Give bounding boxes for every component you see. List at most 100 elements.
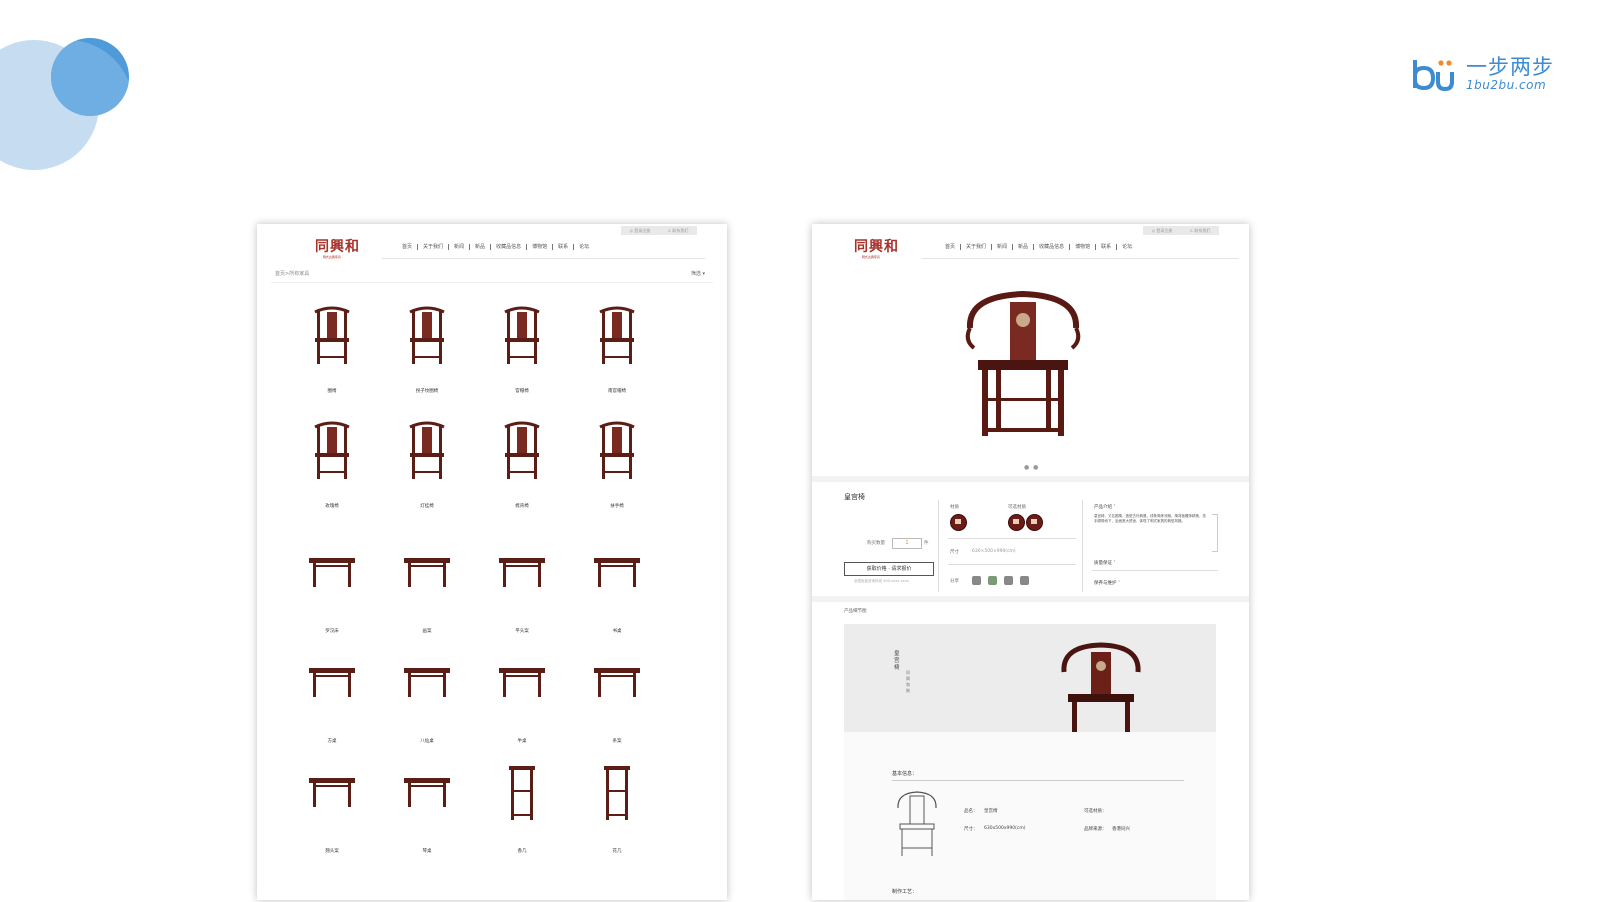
nav-item-collection[interactable]: 收藏品信息 [491,244,528,250]
breadcrumb[interactable]: 首页>所有家具 [275,270,309,277]
product-thumbnail-image [314,421,350,479]
option-divider [948,564,1076,565]
maker-key: 品牌来源： [1084,827,1107,832]
finish-swatch-2[interactable] [1026,514,1043,531]
contact-link[interactable]: ♙ 联系我们 [668,228,689,234]
product-card[interactable]: 灯挂椅 [382,417,472,517]
finish-swatch-1[interactable] [1008,514,1025,531]
product-card[interactable]: 梳背椅 [477,417,567,517]
product-card[interactable]: 扶手椅 [572,417,662,517]
nav-item-forum[interactable]: 论坛 [1117,244,1137,250]
nav-item-new[interactable]: 新品 [1013,244,1035,250]
product-card[interactable]: 拐子纹圈椅 [382,302,472,402]
nav-item-about[interactable]: 关于我们 [961,244,993,250]
product-label: 花几 [612,849,622,854]
nav-item-news[interactable]: 新闻 [449,244,471,250]
product-card[interactable]: 花几 [572,762,662,862]
nav-item-forum[interactable]: 论坛 [574,244,594,250]
product-label: 琴桌 [422,849,432,854]
nav-item-contact[interactable]: 联系 [553,244,575,250]
weibo-icon[interactable] [1004,576,1013,585]
hotline-text: 全国免费咨询热线 400-xxxx-xxxx [854,579,909,583]
nav-item-collection[interactable]: 收藏品信息 [1034,244,1071,250]
description-scrollbox[interactable] [1212,514,1218,552]
site-logo[interactable]: 同興和 [315,236,360,256]
nav-item-home[interactable]: 首页 [940,244,962,250]
size-value: 630x500x990(cm) [984,826,1026,831]
name-key: 品名： [964,809,978,814]
craft-title: 制作工艺： [892,889,918,895]
product-label: 玫瑰椅 [325,504,339,509]
product-card[interactable]: 画案 [382,542,472,642]
product-thumbnail-image [309,668,355,697]
share-icon[interactable] [972,576,981,585]
product-card[interactable]: 罗汉床 [287,542,377,642]
login-link[interactable]: ◎ 登录注册 [630,228,651,234]
product-thumbnail-image [309,558,355,587]
product-label: 翘头案 [325,849,339,854]
nav-divider [922,258,1239,259]
quality-heading[interactable]: 质量保证 ˅ [1094,560,1116,566]
main-nav: 首页 关于我们 新闻 新品 收藏品信息 博物馆 联系 论坛 [940,244,1137,250]
product-label: 书桌 [612,629,622,634]
product-card[interactable]: 南官帽椅 [572,302,662,402]
quantity-stepper[interactable]: 1 [892,538,922,549]
product-card[interactable]: 八仙桌 [382,652,472,752]
nav-item-contact[interactable]: 联系 [1096,244,1118,250]
filter-dropdown[interactable]: 筛选 ▾ [691,270,705,277]
product-card[interactable]: 方桌 [287,652,377,752]
product-thumbnail-image [509,766,535,820]
product-card[interactable]: 翘头案 [287,762,377,862]
brand-wordmark: 一步两步 1bu2bu.com [1466,56,1554,92]
product-label: 扶手椅 [610,504,624,509]
login-link[interactable]: ◎ 登录注册 [1152,228,1173,234]
size-key: 尺寸： [964,827,978,832]
info-divider [892,780,1184,781]
product-label: 香几 [517,849,527,854]
nav-item-home[interactable]: 首页 [397,244,419,250]
detail-banner: 皇宫椅 同興和制 [844,624,1216,732]
product-card[interactable]: 圈椅 [287,302,377,402]
product-card[interactable]: 书桌 [572,542,662,642]
info-title: 基本信息： [892,771,918,777]
product-card[interactable]: 玫瑰椅 [287,417,377,517]
material-key: 可选材质： [1084,809,1107,814]
nav-item-news[interactable]: 新闻 [992,244,1014,250]
nav-item-new[interactable]: 新品 [470,244,492,250]
site-logo[interactable]: 同興和 [854,236,899,256]
column-divider [938,500,939,592]
product-thumbnail-image [594,558,640,587]
get-price-button[interactable]: 获取价格 · 请求报价 [844,562,934,576]
product-card[interactable]: 平头案 [477,542,567,642]
product-thumbnail-image [604,766,630,820]
product-label: 灯挂椅 [420,504,434,509]
product-card[interactable]: 琴桌 [382,762,472,862]
brand-name-en: 1bu2bu.com [1466,78,1547,92]
product-thumbnail-image [404,668,450,697]
contact-link[interactable]: ♙ 联系我们 [1190,228,1211,234]
material-swatch[interactable] [950,514,967,531]
care-heading[interactable]: 保养与维护 ˅ [1094,580,1120,586]
qzone-icon[interactable] [1020,576,1029,585]
wechat-icon[interactable] [988,576,997,585]
carousel-dots[interactable]: ● ● [1024,464,1039,471]
product-card[interactable]: 官帽椅 [477,302,567,402]
product-hero-image[interactable] [958,288,1088,448]
top-utility-bar: ◎ 登录注册 ♙ 联系我们 [1143,226,1219,235]
product-thumbnail-image [599,421,635,479]
bottom-band-curve [0,812,1600,902]
nav-item-about[interactable]: 关于我们 [418,244,450,250]
product-thumbnail-image [404,558,450,587]
site-logo-subtitle: · 明式古典家具 · [321,255,343,259]
nav-item-museum[interactable]: 博物馆 [527,244,554,250]
product-card[interactable]: 条案 [572,652,662,752]
product-card[interactable]: 香几 [477,762,567,862]
description-heading[interactable]: 产品介绍 ˅ [1094,504,1116,510]
listing-page-screenshot: ◎ 登录注册 ♙ 联系我们 同興和 · 明式古典家具 · 首页 关于我们 新闻 … [257,224,727,900]
product-card[interactable]: 半桌 [477,652,567,752]
product-thumbnail-image [599,306,635,364]
nav-item-museum[interactable]: 博物馆 [1070,244,1097,250]
product-label: 圈椅 [327,389,337,394]
product-label: 半桌 [517,739,527,744]
section-separator [812,596,1249,602]
